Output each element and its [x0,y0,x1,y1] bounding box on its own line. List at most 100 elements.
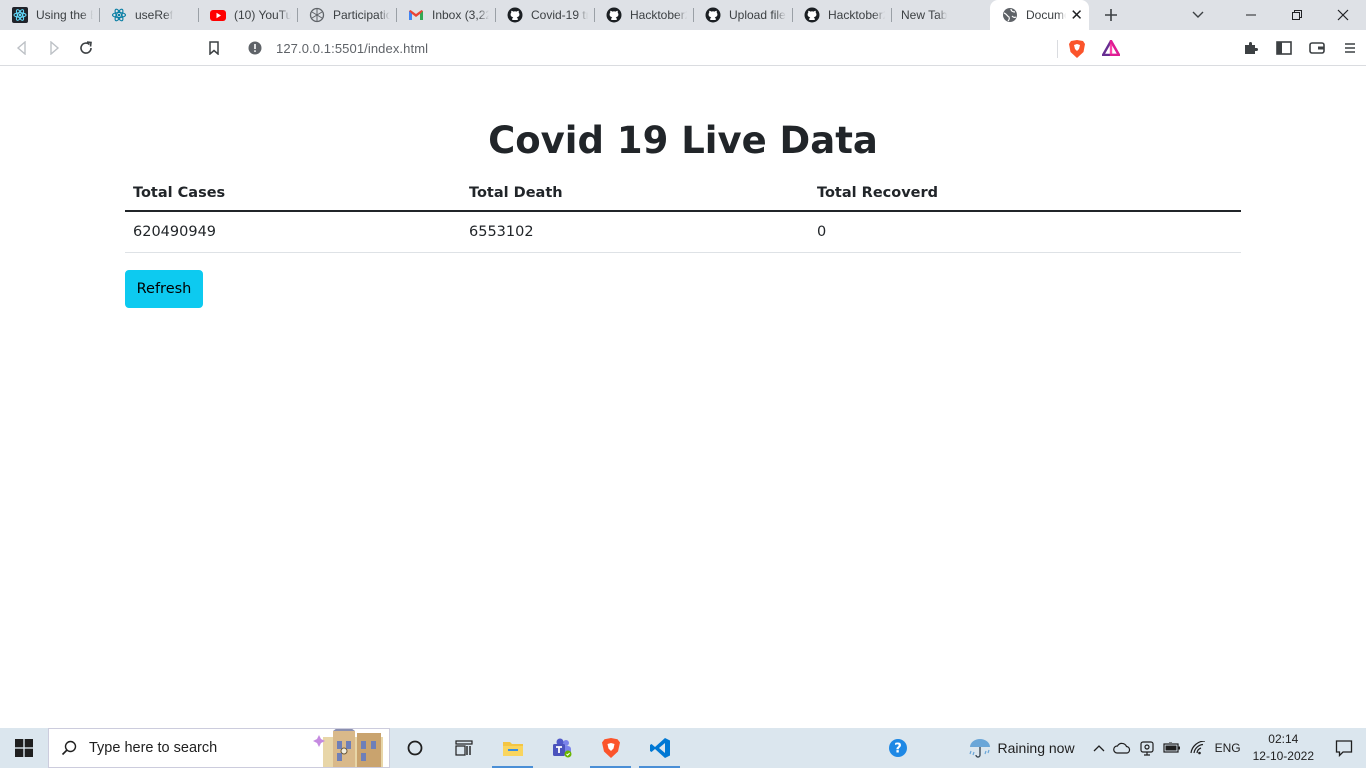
onedrive-button[interactable] [1109,728,1135,768]
reload-button[interactable] [70,32,102,64]
browser-toolbar: 127.0.0.1:5501/index.html [0,30,1366,66]
address-bar-divider [1057,40,1058,58]
weather-widget[interactable]: Raining now [964,728,1079,768]
windows-logo-icon [15,739,33,757]
taskbar-search-box[interactable]: Type here to search [48,723,390,768]
header-total-death: Total Death [461,175,809,212]
brave-shields-icon[interactable] [1068,39,1086,64]
notification-center-button[interactable] [1322,739,1366,757]
address-bar[interactable]: 127.0.0.1:5501/index.html [237,32,1129,64]
forward-button[interactable] [38,32,70,64]
battery-button[interactable] [1159,728,1185,768]
chevron-down-icon [1192,11,1204,18]
back-button[interactable] [6,32,38,64]
github-icon [606,7,622,23]
tab-label: Docume [1026,8,1067,22]
help-button[interactable]: ? [868,728,928,768]
gmail-icon [408,7,424,23]
file-explorer-button[interactable] [488,728,537,768]
page-title: Covid 19 Live Data [488,119,878,162]
tab-covid-tracker[interactable]: Covid-19 tra [495,0,594,30]
meet-now-button[interactable] [1135,728,1159,768]
help-icon: ? [888,739,907,757]
github-icon [705,7,721,23]
sidebar-button[interactable] [1267,32,1300,64]
close-icon[interactable]: ✕ [1066,6,1083,24]
globe-icon [309,7,325,23]
tab-hacktoberfest-1[interactable]: Hacktober2 [594,0,693,30]
tab-useref[interactable]: useRef [99,0,198,30]
restore-button[interactable] [1274,0,1320,30]
show-hidden-icons-button[interactable] [1089,728,1109,768]
page-content: Covid 19 Live Data Total Cases Total Dea… [0,67,1366,728]
plus-icon [1105,9,1117,21]
brave-rewards-icon[interactable] [1100,36,1122,61]
extensions-button[interactable] [1234,32,1267,64]
teams-button[interactable] [537,728,586,768]
covid-data-table: Total Cases Total Death Total Recoverd 6… [125,175,1241,253]
restore-icon [1292,10,1302,20]
hamburger-icon [1344,43,1355,53]
folder-icon [502,742,523,756]
windows-taskbar: Type here to search ? Raining now ENG 02… [0,723,1366,768]
weather-text: Raining now [997,740,1075,756]
total-death-value: 6553102 [461,211,809,253]
total-recovered-value: 0 [809,211,1241,253]
bookmark-button[interactable] [198,32,230,64]
start-button[interactable] [0,728,48,768]
header-total-cases: Total Cases [125,175,461,212]
chevron-up-icon [1093,745,1105,752]
tab-gmail-inbox[interactable]: Inbox (3,222) [396,0,495,30]
react-icon [111,7,127,23]
tab-new-tab[interactable]: New Tab [891,0,990,30]
url-text[interactable]: 127.0.0.1:5501/index.html [276,41,428,56]
tab-document-active[interactable]: Docume ✕ [990,0,1089,30]
minimize-button[interactable] [1228,0,1274,30]
task-view-button[interactable] [439,728,488,768]
menu-button[interactable] [1333,32,1366,64]
github-icon [804,7,820,23]
notification-icon [1335,740,1353,757]
youtube-icon [210,7,226,23]
tab-hacktoberfest-2[interactable]: Hacktober2 [792,0,891,30]
cloud-icon [1112,742,1130,754]
tab-using-the-effect[interactable]: Using the Eff [0,0,99,30]
language-indicator[interactable]: ENG [1211,728,1245,768]
clock-date: 12-10-2022 [1252,749,1314,763]
umbrella-rain-icon [968,739,990,758]
close-window-button[interactable] [1320,0,1366,30]
cortana-button[interactable] [390,728,439,768]
wifi-icon [1189,741,1205,755]
globe-icon [1002,7,1018,23]
clock-time: 02:14 [1268,732,1299,746]
svg-text:?: ? [894,742,902,757]
tab-search-button[interactable] [1168,0,1228,30]
wifi-button[interactable] [1185,728,1211,768]
back-icon [16,40,26,55]
search-highlight-illustration [313,723,389,767]
search-icon [49,740,89,756]
wallet-icon [1308,42,1325,54]
task-view-icon [454,740,473,756]
clock[interactable]: 02:14 12-10-2022 [1245,731,1322,765]
tab-upload-files[interactable]: Upload files [693,0,792,30]
refresh-button[interactable]: Refresh [125,270,203,308]
brave-browser-button[interactable] [586,728,635,768]
tab-label: Participation [333,8,390,22]
tab-participation[interactable]: Participation [297,0,396,30]
forward-icon [50,40,60,55]
tab-youtube[interactable]: (10) YouTube [198,0,297,30]
brave-icon [601,738,620,758]
webcam-icon [1139,741,1154,756]
tab-label: (10) YouTube [234,8,291,22]
github-icon [507,7,523,23]
tab-label: Hacktober2 [828,8,885,22]
new-tab-button[interactable] [1089,0,1133,30]
info-icon[interactable] [245,38,265,58]
vscode-button[interactable] [635,728,684,768]
header-total-recovered: Total Recoverd [809,175,1241,212]
bookmark-icon [209,40,219,55]
reload-icon [80,40,92,54]
tab-label: Using the Eff [36,8,93,22]
wallet-button[interactable] [1300,32,1333,64]
